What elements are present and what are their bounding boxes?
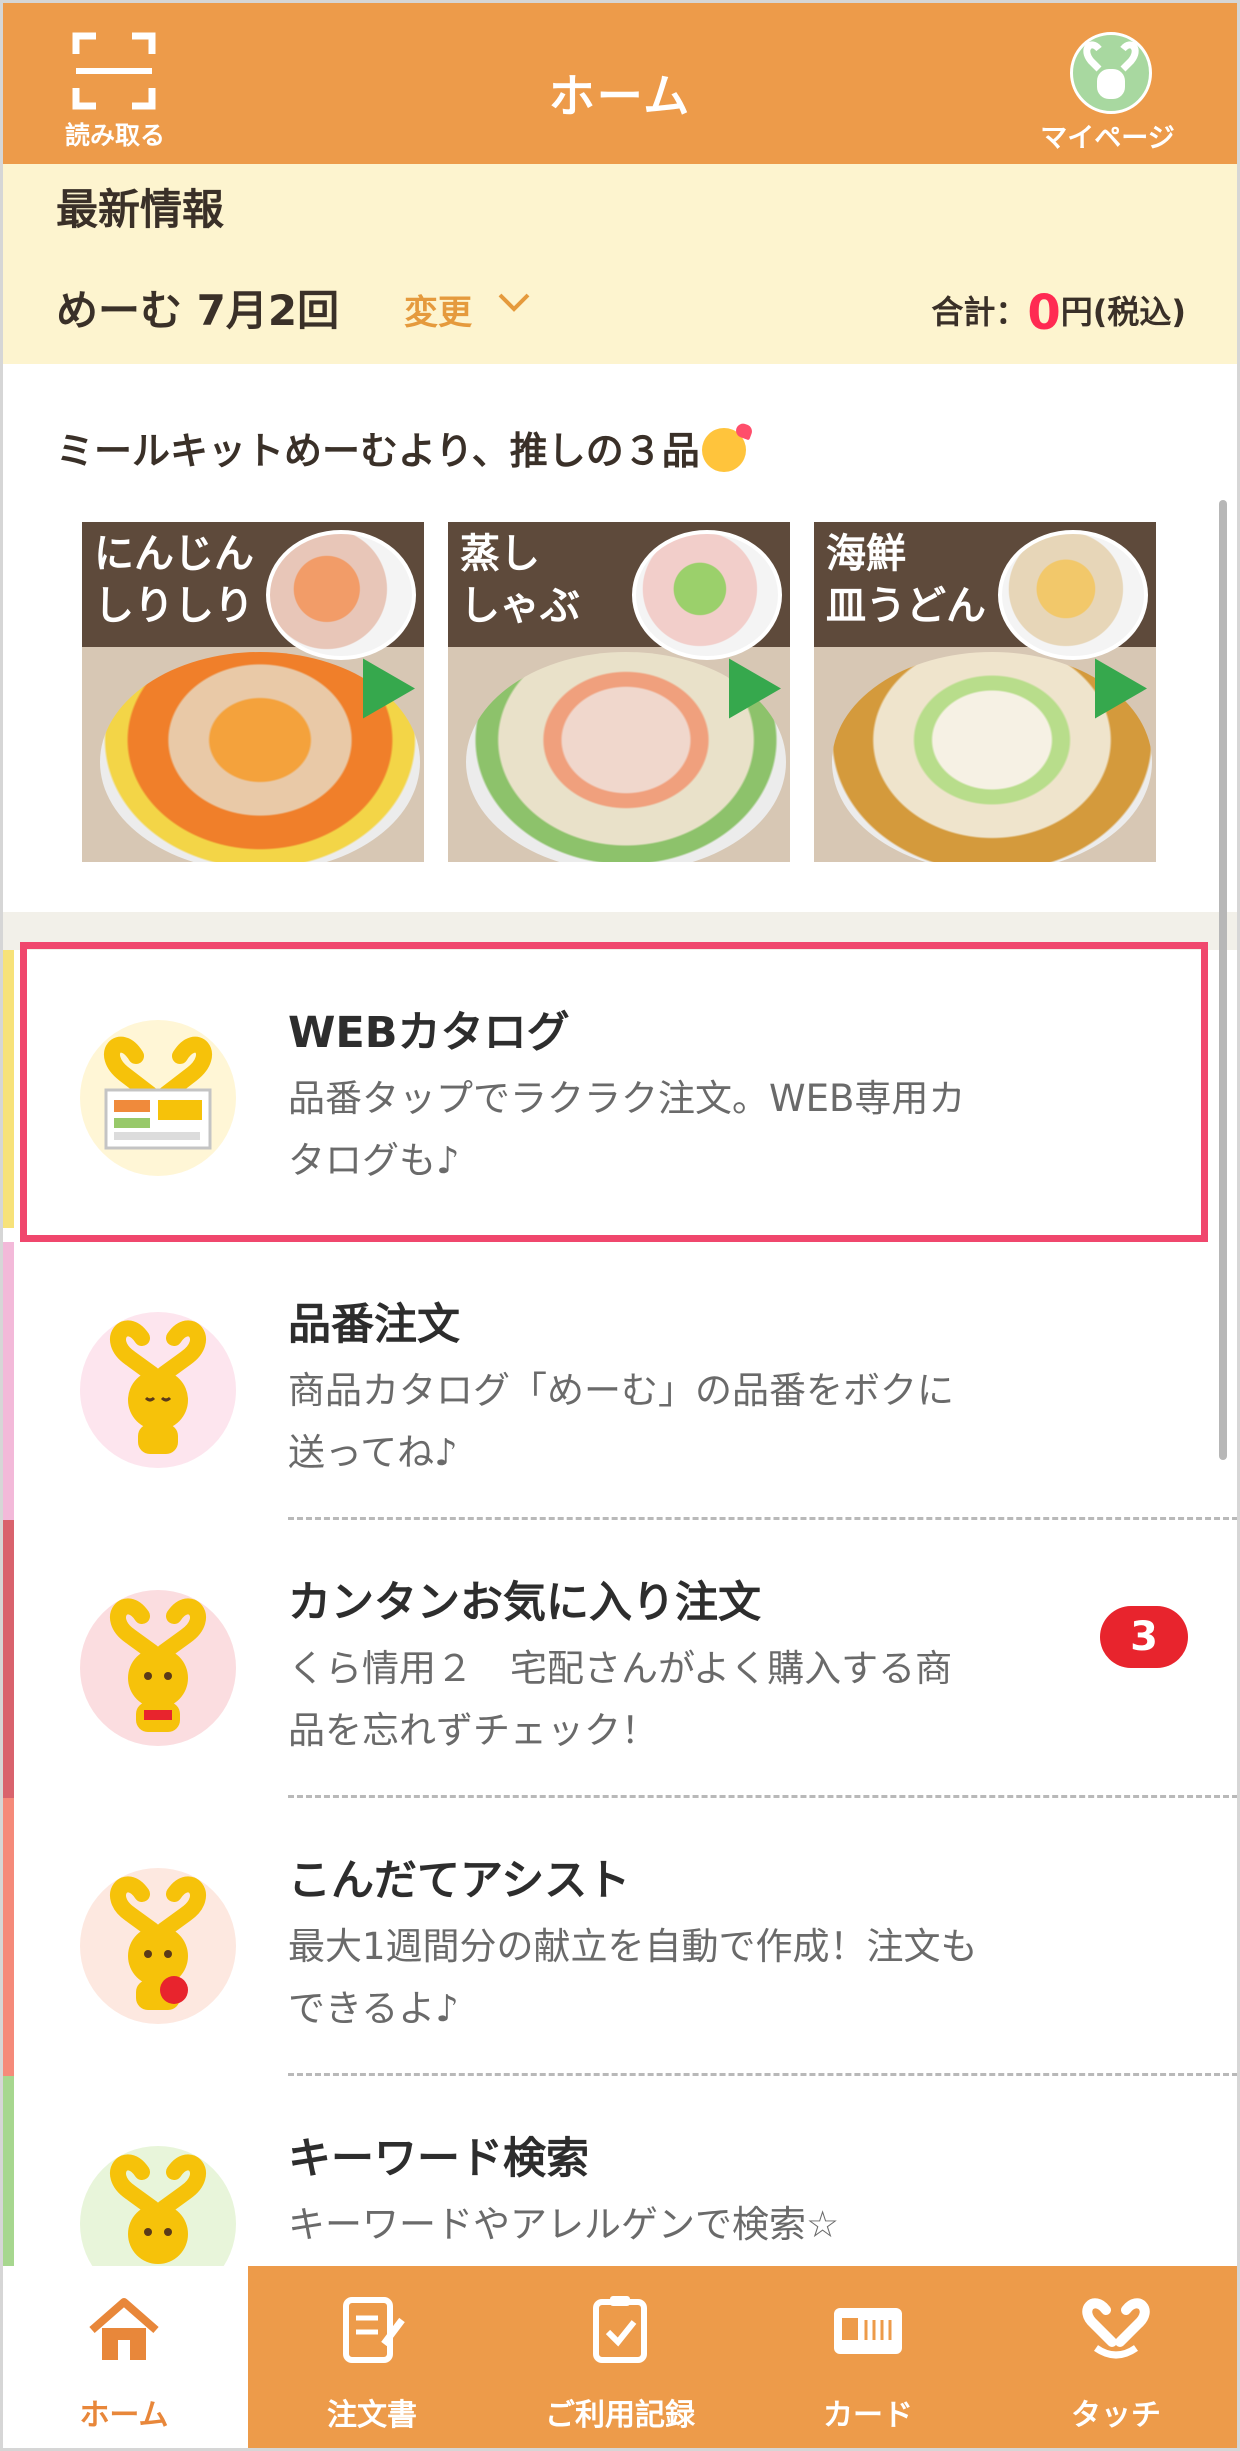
- card-name: 海鮮 皿うどん: [826, 531, 986, 629]
- nav-label: カード: [823, 2398, 913, 2433]
- mascot-icon: [80, 2146, 236, 2266]
- issue-row: めーむ 7月2回 変更 合計：0円(税込): [56, 277, 1186, 341]
- ingredients-plate-image: [266, 530, 416, 660]
- bottom-navigation: ホーム 注文書 ご利用記録 カード タッチ: [0, 2266, 1240, 2451]
- scan-icon: [72, 32, 156, 110]
- smiling-face-hearts-icon: [701, 428, 746, 472]
- menu-title: 品番注文: [288, 1300, 460, 1350]
- menu-item-favorites-order[interactable]: カンタンお気に入り注文 くら情用２ 宅配さんがよく購入する商品を忘れずチェック！…: [0, 1520, 1240, 1798]
- scan-button[interactable]: 読み取る: [50, 28, 180, 152]
- menu-item-product-number-order[interactable]: 品番注文 商品カタログ「めーむ」の品番をボクに送ってね♪: [0, 1242, 1240, 1520]
- order-total: 合計：0円(税込): [931, 285, 1186, 341]
- ingredients-plate-image: [632, 530, 782, 660]
- recommend-title-text: ミールキットめーむより、推しの３品: [56, 429, 700, 473]
- color-stripe: [0, 2076, 14, 2266]
- mypage-label: マイページ: [1040, 123, 1175, 154]
- recommend-title: ミールキットめーむより、推しの３品: [56, 420, 746, 475]
- card-name: 蒸し しゃぶ: [460, 531, 580, 629]
- nav-card[interactable]: カード: [744, 2266, 992, 2451]
- nav-label: ご利用記録: [545, 2398, 695, 2433]
- notification-badge: 3: [1100, 1606, 1188, 1668]
- menu-title: こんだてアシスト: [288, 1856, 631, 1906]
- nav-touch[interactable]: タッチ: [992, 2266, 1240, 2451]
- highlight-frame: [20, 942, 1208, 1242]
- nav-label: ホーム: [79, 2398, 169, 2433]
- mascot-avatar-icon: [1083, 41, 1139, 99]
- page-title: ホーム: [548, 69, 692, 123]
- nav-label: タッチ: [1071, 2398, 1161, 2433]
- recommend-card[interactable]: 海鮮 皿うどん: [814, 522, 1156, 862]
- ingredients-plate-image: [998, 530, 1148, 660]
- nav-history[interactable]: ご利用記録: [496, 2266, 744, 2451]
- menu-description: 商品カタログ「めーむ」の品番をボクに送ってね♪: [288, 1369, 954, 1474]
- avatar: [1070, 32, 1152, 114]
- color-stripe: [0, 1242, 14, 1520]
- menu-description: キーワードやアレルゲンで検索☆: [288, 2203, 840, 2246]
- recommend-card[interactable]: にんじん しりしり: [82, 522, 424, 862]
- menu-item-menu-assist[interactable]: こんだてアシスト 最大1週間分の献立を自動で作成！注文もできるよ♪: [0, 1798, 1240, 2076]
- color-stripe: [0, 1798, 14, 2076]
- app-header: 読み取る ホーム マイページ: [0, 0, 1240, 164]
- total-value: 0: [1027, 285, 1061, 341]
- info-title: 最新情報: [56, 185, 225, 234]
- menu-title: キーワード検索: [288, 2134, 589, 2184]
- nav-order-form[interactable]: 注文書: [248, 2266, 496, 2451]
- card-icon: [834, 2308, 902, 2354]
- color-stripe: [0, 1520, 14, 1798]
- change-button[interactable]: 変更: [404, 285, 472, 334]
- mascot-icon: [80, 1312, 236, 1468]
- menu-description: くら情用２ 宅配さんがよく購入する商品を忘れずチェック！: [288, 1647, 953, 1752]
- history-icon: [593, 2296, 647, 2363]
- order-form-icon: [343, 2297, 405, 2363]
- menu-item-keyword-search[interactable]: キーワード検索 キーワードやアレルゲンで検索☆: [0, 2076, 1240, 2266]
- scrollbar[interactable]: [1219, 500, 1227, 1460]
- recommend-card[interactable]: 蒸し しゃぶ: [448, 522, 790, 862]
- issue-label: めーむ 7月2回: [56, 286, 340, 335]
- total-suffix: 円(税込): [1060, 293, 1186, 331]
- mascot-icon: [80, 1590, 236, 1746]
- menu-title: カンタンお気に入り注文: [288, 1578, 761, 1628]
- total-prefix: 合計：: [931, 293, 1028, 331]
- mypage-button[interactable]: マイページ: [1020, 32, 1195, 154]
- chevron-down-icon[interactable]: [492, 281, 536, 325]
- scan-label: 読み取る: [64, 121, 165, 150]
- color-stripe: [0, 950, 14, 1228]
- nav-label: 注文書: [327, 2398, 417, 2433]
- card-name: にんじん しりしり: [94, 531, 254, 629]
- home-icon: [89, 2298, 159, 2360]
- mascot-icon: [80, 1868, 236, 2024]
- menu-description: 最大1週間分の献立を自動で作成！注文もできるよ♪: [288, 1925, 978, 2030]
- latest-info: 最新情報 めーむ 7月2回 変更 合計：0円(税込): [0, 164, 1240, 364]
- nav-home[interactable]: ホーム: [0, 2266, 248, 2451]
- touch-icon: [1082, 2298, 1150, 2359]
- recommend-carousel: にんじん しりしり 蒸し しゃぶ 海鮮 皿うどん: [82, 522, 1162, 862]
